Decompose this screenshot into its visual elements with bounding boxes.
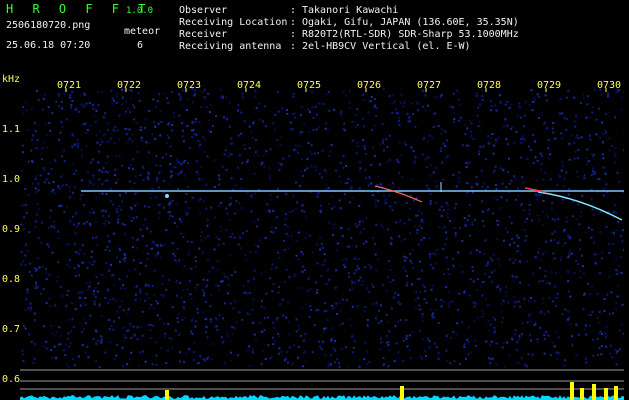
freq-tick-label: 1.1	[2, 124, 21, 135]
receiver-sep: :	[290, 29, 297, 40]
meteor-burst	[400, 386, 404, 400]
meteor-burst	[570, 382, 574, 400]
observer-sep: :	[290, 5, 297, 16]
header-panel: H R O F F T 1.0.0 2506180720.png 25.06.1…	[0, 0, 629, 72]
location-value: Ogaki, Gifu, JAPAN (136.60E, 35.35N)	[302, 17, 519, 28]
freq-tick-label: 0.8	[2, 274, 21, 285]
receiver-value: R820T2(RTL-SDR) SDR-Sharp 53.1000MHz	[302, 29, 519, 40]
freq-tick-label: 1.0	[2, 174, 21, 185]
freq-tick-label: 0.9	[2, 224, 21, 235]
freq-unit-label: kHz	[2, 74, 21, 85]
antenna-sep: :	[290, 41, 297, 52]
meteor-label: meteor	[124, 26, 161, 37]
location-label: Receiving Location	[179, 17, 288, 28]
meteor-burst	[614, 386, 618, 400]
location-sep: :	[290, 17, 297, 28]
meteor-burst	[580, 388, 584, 400]
freq-tick-label: 0.6	[2, 374, 21, 385]
app-version: 1.0.0	[126, 6, 154, 16]
meteor-burst	[592, 384, 596, 400]
meteor-count: 6	[137, 40, 144, 51]
spectrogram	[20, 88, 624, 400]
file-name: 2506180720.png	[6, 20, 91, 31]
antenna-value: 2el-HB9CV Vertical (el. E-W)	[302, 41, 471, 52]
freq-tick-label: 0.7	[2, 324, 21, 335]
meteor-head	[165, 194, 169, 198]
file-datetime: 25.06.18 07:20	[6, 40, 91, 51]
observer-label: Observer	[179, 5, 228, 16]
observer-value: Takanori Kawachi	[302, 5, 399, 16]
meteor-burst	[165, 390, 169, 400]
antenna-label: Receiving antenna	[179, 41, 282, 52]
meteor-burst	[604, 388, 608, 400]
receiver-label: Receiver	[179, 29, 228, 40]
